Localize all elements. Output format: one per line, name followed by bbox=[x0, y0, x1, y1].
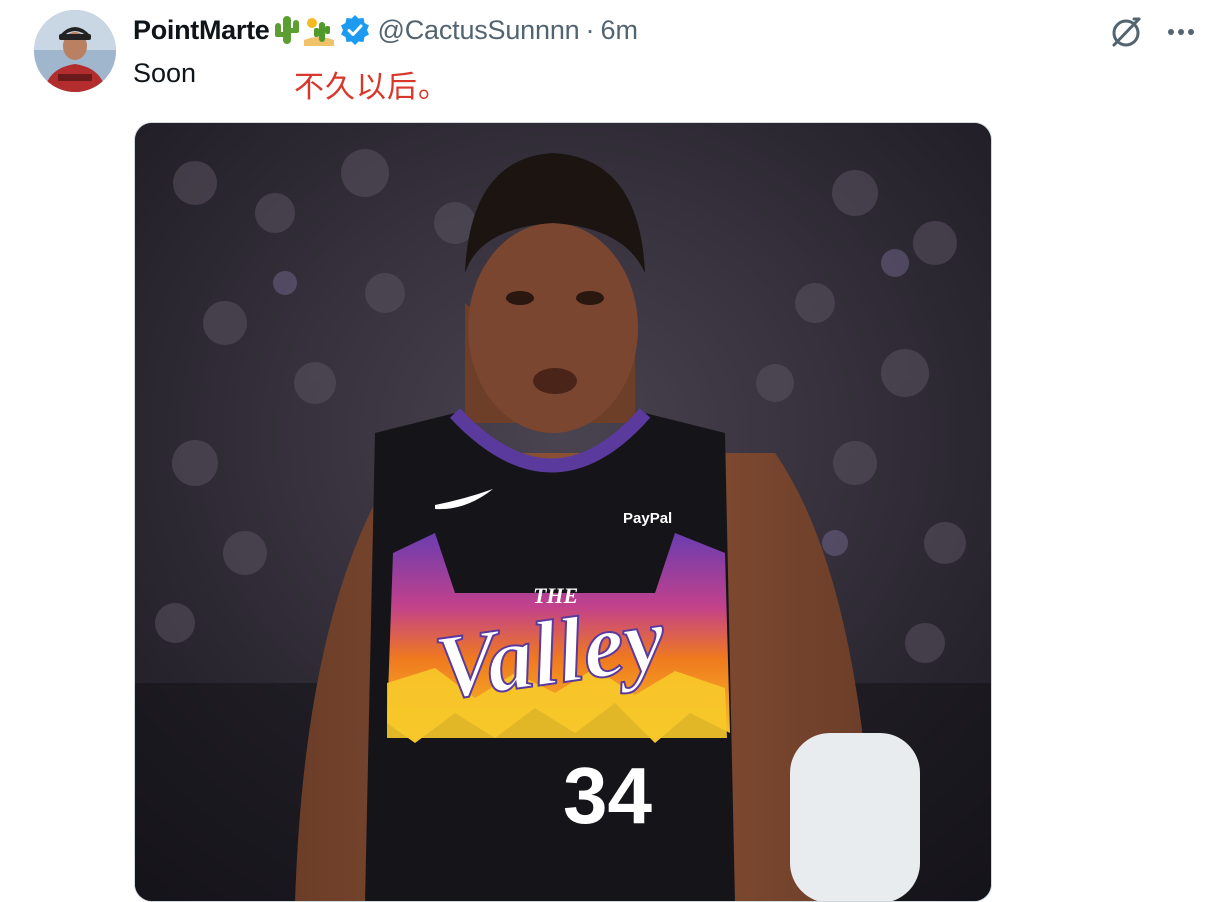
tweet-header: PointMarte @CactusSunnnn · 6m bbox=[133, 12, 638, 48]
user-handle[interactable]: @CactusSunnnn bbox=[378, 15, 580, 46]
avatar-image bbox=[34, 10, 116, 92]
verified-badge-icon bbox=[340, 15, 370, 45]
tweet-text: Soon bbox=[133, 58, 197, 88]
desert-cactus-emoji bbox=[303, 14, 334, 46]
separator-dot: · bbox=[585, 14, 595, 45]
cactus-emoji bbox=[272, 14, 302, 46]
avatar[interactable] bbox=[34, 10, 116, 92]
more-dots-icon[interactable] bbox=[1162, 14, 1202, 50]
translation-annotation: 不久以后。 bbox=[294, 70, 449, 105]
grok-icon[interactable] bbox=[1108, 14, 1144, 50]
display-name[interactable]: PointMarte bbox=[133, 15, 270, 46]
tweet-timestamp[interactable]: 6m bbox=[600, 15, 638, 46]
player-photo: THE Valley 34 PayPal bbox=[135, 123, 991, 901]
jersey-number: 34 bbox=[563, 751, 652, 840]
sponsor-patch: PayPal bbox=[623, 510, 672, 527]
tweet-media-photo[interactable]: THE Valley 34 PayPal bbox=[134, 122, 992, 902]
